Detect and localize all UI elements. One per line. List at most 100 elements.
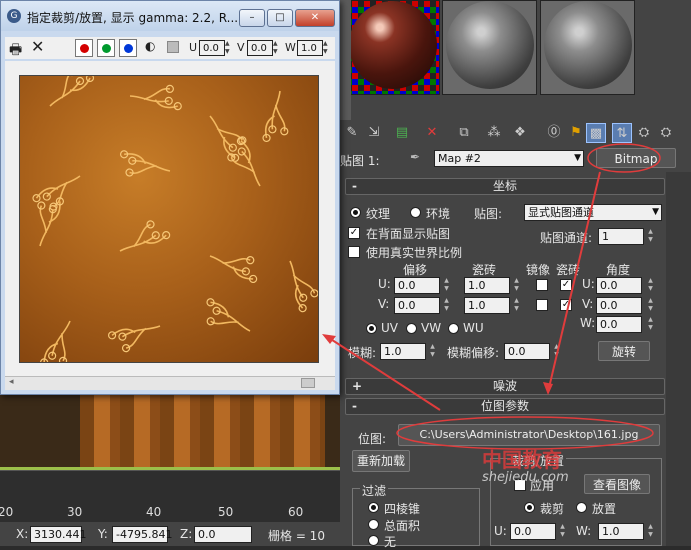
reset-map-icon[interactable]: ✕ <box>422 123 442 143</box>
copy-material-icon[interactable]: ⧉ <box>454 123 474 143</box>
blue-channel-button[interactable] <box>119 39 137 57</box>
green-channel-button[interactable] <box>97 39 115 57</box>
crop-w-field[interactable]: 1.0 <box>598 523 644 540</box>
blur-field[interactable]: 1.0 <box>380 343 426 360</box>
u-angle-field[interactable]: 0.0 <box>596 277 642 294</box>
rotate-button[interactable]: 旋转 <box>598 341 650 361</box>
show-end-result-icon[interactable]: ⇅ <box>612 123 632 143</box>
monochrome-icon[interactable] <box>167 41 179 53</box>
wu-radio[interactable] <box>448 323 459 334</box>
mapping-dropdown[interactable]: 显式贴图通道 ▼ <box>524 204 662 221</box>
timeline-ruler[interactable]: 20 30 40 50 60 <box>0 470 340 522</box>
texture-radio[interactable] <box>350 207 361 218</box>
show-map-in-viewport-icon[interactable]: ⚑ <box>566 123 586 143</box>
blur-offset-field[interactable]: 0.0 <box>504 343 550 360</box>
bitmap-crop-window: G 指定裁剪/放置, 显示 gamma: 2.2, R... – □ ✕ 🖶 ✕… <box>0 0 340 395</box>
gray-sphere-preview <box>544 1 632 89</box>
material-slot-2[interactable] <box>442 0 537 95</box>
material-toolbar: ✎ ⇲ ▤ ✕ ⧉ ⁂ ❖ ⓪ ⚑ ▩ ⇅ ⛭ ⛭ <box>340 120 691 146</box>
crop-u-field[interactable]: 0.0 <box>510 523 556 540</box>
show-map-active-icon[interactable]: ▩ <box>586 123 606 143</box>
spinner-icon[interactable]: ▲ ▼ <box>646 316 655 333</box>
u-mirror-checkbox[interactable] <box>536 279 548 291</box>
minimize-button[interactable]: – <box>239 9 265 27</box>
spinner-icon[interactable]: ▲ ▼ <box>646 297 655 314</box>
w-field[interactable]: 1.0 <box>297 40 323 56</box>
show-map-on-back-checkbox[interactable]: ✓ <box>348 227 360 239</box>
spinner-icon[interactable]: ▲ ▼ <box>512 297 521 314</box>
scroll-left-icon[interactable]: ◂ <box>9 377 14 387</box>
vw-radio[interactable] <box>406 323 417 334</box>
z-coord-field[interactable]: 0.0 <box>194 526 252 543</box>
bitmap-path-button[interactable]: C:\Users\Administrator\Desktop\161.jpg <box>398 424 660 446</box>
u-tile-checkbox[interactable]: ✓ <box>560 279 572 291</box>
spinner-icon[interactable]: ▲ ▼ <box>442 297 451 314</box>
window-title: 指定裁剪/放置, 显示 gamma: 2.2, R... <box>27 11 239 25</box>
pyramidal-radio[interactable] <box>368 502 379 513</box>
panel-scroll-area[interactable] <box>666 172 691 546</box>
map-type-button[interactable]: Bitmap <box>596 148 676 168</box>
go-to-parent-icon[interactable]: ⛭ <box>634 123 654 143</box>
eyedropper-icon[interactable]: ✒ <box>410 150 420 164</box>
v-angle-field[interactable]: 0.0 <box>596 297 642 314</box>
make-unique-icon[interactable]: ⁂ <box>484 123 504 143</box>
maximize-button[interactable]: □ <box>267 9 293 27</box>
coordinates-rollout-header[interactable]: - 坐标 <box>345 178 665 195</box>
reload-button[interactable]: 重新加载 <box>352 450 410 472</box>
spinner-icon[interactable]: ▲ ▼ <box>646 277 655 294</box>
noise-rollout-header[interactable]: + 噪波 <box>345 378 665 395</box>
put-to-scene-icon[interactable]: ⇲ <box>364 123 384 143</box>
spinner-icon[interactable]: ▲ ▼ <box>552 343 561 360</box>
view-image-button[interactable]: 查看图像 <box>584 474 650 494</box>
environment-radio[interactable] <box>410 207 421 218</box>
crop-radio[interactable] <box>524 502 535 513</box>
material-slot-3[interactable] <box>540 0 635 95</box>
blur-label: 模糊: <box>348 346 377 360</box>
print-icon[interactable]: 🖶 <box>9 39 22 63</box>
real-world-scale-checkbox[interactable] <box>348 246 360 258</box>
v-field[interactable]: 0.0 <box>247 40 273 56</box>
u-field[interactable]: 0.0 <box>199 40 225 56</box>
place-radio[interactable] <box>576 502 587 513</box>
u-offset-field[interactable]: 0.0 <box>394 277 440 294</box>
scroll-thumb[interactable] <box>301 378 315 388</box>
x-coord-field[interactable]: 3130.441 <box>30 526 87 543</box>
v-offset-field[interactable]: 0.0 <box>394 297 440 314</box>
spinner-icon[interactable]: ▲ ▼ <box>646 228 655 245</box>
close-x-icon[interactable]: ✕ <box>31 37 44 56</box>
material-id-icon[interactable]: ⓪ <box>544 123 564 143</box>
spinner-icon[interactable]: ▲ ▼ <box>558 523 567 540</box>
spinner-icon[interactable]: ▲ ▼ <box>273 40 278 56</box>
bitmap-texture-image[interactable] <box>19 75 319 363</box>
v-tiling-field[interactable]: 1.0 <box>464 297 510 314</box>
uv-radio[interactable] <box>366 323 377 334</box>
close-button[interactable]: ✕ <box>295 9 335 27</box>
spinner-icon[interactable]: ▲ ▼ <box>646 523 655 540</box>
horizontal-scrollbar[interactable]: ◂ <box>5 376 335 390</box>
material-slot-1[interactable] <box>345 0 440 95</box>
v-mirror-checkbox[interactable] <box>536 299 548 311</box>
spinner-icon[interactable]: ▲ ▼ <box>323 40 328 56</box>
spinner-icon[interactable]: ▲ ▼ <box>442 277 451 294</box>
alpha-channel-icon[interactable]: ◐ <box>145 39 155 53</box>
red-channel-button[interactable] <box>75 39 93 57</box>
no-filter-radio[interactable] <box>368 535 379 546</box>
w-angle-field[interactable]: 0.0 <box>596 316 642 333</box>
u-tiling-field[interactable]: 1.0 <box>464 277 510 294</box>
put-to-library-icon[interactable]: ❖ <box>510 123 530 143</box>
viewport-preview[interactable] <box>0 395 340 470</box>
map-name-dropdown[interactable]: Map #2 ▼ <box>434 150 584 167</box>
go-forward-sibling-icon[interactable]: ⛭ <box>656 123 676 143</box>
spinner-icon[interactable]: ▲ ▼ <box>225 40 230 56</box>
spinner-icon[interactable]: ▲ ▼ <box>512 277 521 294</box>
bitmap-params-rollout-header[interactable]: - 位图参数 <box>345 398 665 415</box>
v-tile-checkbox[interactable]: ✓ <box>560 299 572 311</box>
window-titlebar[interactable]: G 指定裁剪/放置, 显示 gamma: 2.2, R... – □ ✕ <box>1 1 339 31</box>
spinner-icon[interactable]: ▲ ▼ <box>428 343 437 360</box>
y-coord-field[interactable]: -4795.841 <box>112 526 172 543</box>
get-material-icon[interactable]: ✎ <box>342 123 362 143</box>
summed-area-radio[interactable] <box>368 519 379 530</box>
map-channel-field[interactable]: 1 <box>598 228 644 245</box>
bitmap-toolbar: 🖶 ✕ ◐ U 0.0 ▲ ▼ V 0.0 ▲ ▼ W 1.0 ▲ ▼ <box>5 37 335 59</box>
assign-material-icon[interactable]: ▤ <box>392 123 412 143</box>
